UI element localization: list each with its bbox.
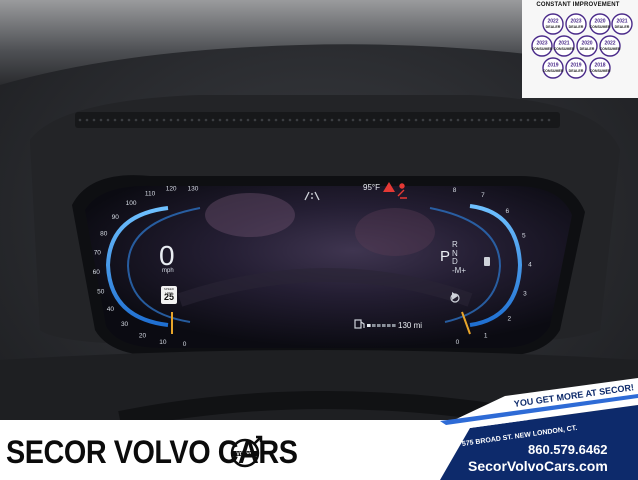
speed-tick-label: 40 — [107, 306, 115, 313]
speed-unit: mph — [162, 268, 174, 274]
rpm-tick-label: 1 — [484, 333, 488, 340]
rpm-tick-label: 2 — [508, 316, 512, 323]
range-segment — [382, 324, 386, 327]
speed-tick-label: 130 — [187, 186, 198, 193]
speed-tick-label: 30 — [121, 321, 129, 328]
range-segment — [392, 324, 396, 327]
speed-tick-label: 20 — [139, 332, 147, 339]
battery-icon — [484, 257, 490, 266]
speed-limit-value: 25 — [163, 292, 174, 302]
speed-tick-label: 90 — [112, 214, 120, 221]
award-badges-panel: CONSTANT IMPROVEMENT — [522, 2, 634, 98]
range-segment — [377, 324, 381, 327]
speed-tick-label: 120 — [166, 186, 177, 193]
speed-tick-label: 50 — [97, 288, 105, 295]
speed-tick-label: 110 — [145, 191, 156, 198]
screen-reflection — [205, 193, 295, 237]
gear-selected: P — [440, 248, 451, 265]
rpm-tick-label: 7 — [481, 192, 485, 199]
speed-tick-label: 0 — [183, 341, 187, 348]
speed-tick-label: 10 — [159, 339, 167, 346]
rpm-tick-label: 3 — [523, 291, 527, 298]
badges-header: CONSTANT IMPROVEMENT — [536, 2, 620, 8]
speed-tick-label: 60 — [93, 269, 101, 276]
gear-options: R N D -M+ — [452, 240, 466, 275]
rpm-tick-label: 8 — [453, 187, 457, 194]
range-segment — [372, 324, 376, 327]
dealer-phone[interactable]: 860.579.6462 — [528, 442, 608, 457]
gear-option-m: -M+ — [452, 265, 466, 275]
dealer-website-link[interactable]: SecorVolvoCars.com — [468, 458, 608, 474]
dealer-brand-name: SECOR VOLVO CARS — [6, 434, 298, 470]
range-segment — [367, 324, 371, 327]
range-segment — [387, 324, 391, 327]
rpm-tick-label: 4 — [528, 261, 532, 268]
speed-tick-label: 70 — [94, 249, 102, 256]
speed-tick-label: 100 — [126, 200, 137, 207]
rpm-tick-label: 6 — [505, 208, 509, 215]
range-readout: 130 mi — [398, 321, 423, 330]
rpm-tick-label: 0 — [456, 339, 460, 346]
rpm-tick-label: 5 — [522, 233, 526, 240]
screen-reflection — [355, 208, 435, 256]
outside-temperature: 95°F — [363, 183, 380, 192]
speed-tick-label: 80 — [100, 231, 108, 238]
